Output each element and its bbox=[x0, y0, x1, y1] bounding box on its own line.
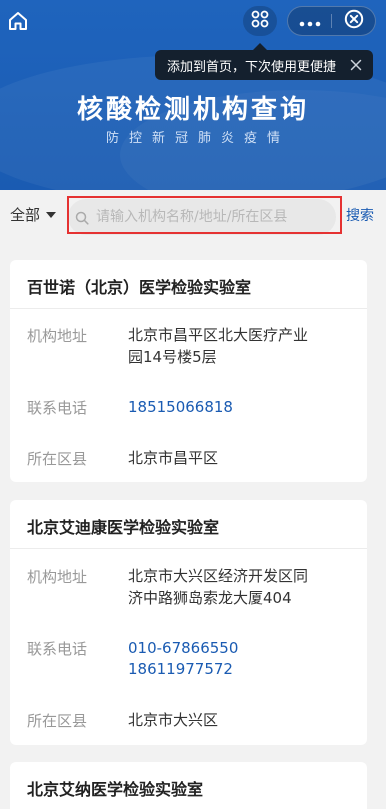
address-line: 济中路狮岛索龙大厦404 bbox=[128, 589, 292, 607]
close-icon[interactable] bbox=[348, 57, 364, 73]
result-card[interactable]: 百世诺（北京）医学检验实验室 机构地址 北京市昌平区北大医疗产业 园14号楼5层… bbox=[10, 260, 367, 482]
address-line: 北京市昌平区北大医疗产业 bbox=[128, 326, 309, 344]
address-line: 园14号楼5层 bbox=[128, 348, 217, 366]
page-subtitle: 防控新冠肺炎疫情 bbox=[105, 131, 290, 146]
address-line: 北京市大兴区经济开发区同 bbox=[128, 567, 309, 585]
caret-down-icon bbox=[46, 211, 57, 218]
search-icon bbox=[75, 210, 89, 225]
close-button[interactable] bbox=[332, 7, 375, 35]
phone-link[interactable]: 18611977572 bbox=[128, 658, 353, 680]
district-label: 所在区县 bbox=[27, 450, 88, 468]
close-circle-icon bbox=[344, 9, 364, 33]
address-label: 机构地址 bbox=[27, 568, 88, 586]
more-icon bbox=[299, 12, 321, 31]
result-card[interactable]: 北京艾迪康医学检验实验室 机构地址 北京市大兴区经济开发区同 济中路狮岛索龙大厦… bbox=[10, 500, 367, 745]
search-button[interactable]: 搜索 bbox=[346, 205, 374, 225]
district-filter-dropdown[interactable]: 全部 bbox=[10, 204, 57, 225]
institution-name: 北京艾迪康医学检验实验室 bbox=[27, 518, 220, 537]
tooltip-text: 添加到首页，下次使用更便捷 bbox=[167, 59, 337, 75]
address-value: 北京市昌平区北大医疗产业 园14号楼5层 bbox=[128, 324, 353, 368]
search-input[interactable] bbox=[68, 199, 336, 235]
phone-link[interactable]: 18515066818 bbox=[128, 396, 353, 418]
page-title: 核酸检测机构查询 bbox=[76, 95, 309, 125]
phone-link[interactable]: 010-67866550 bbox=[128, 637, 353, 659]
mini-program-capsule bbox=[287, 6, 376, 36]
district-label: 所在区县 bbox=[27, 712, 88, 730]
institution-name: 百世诺（北京）医学检验实验室 bbox=[27, 278, 252, 297]
filter-label: 全部 bbox=[10, 206, 41, 224]
result-card[interactable]: 北京艾纳医学检验实验室 bbox=[10, 762, 367, 809]
address-label: 机构地址 bbox=[27, 327, 88, 345]
more-button[interactable] bbox=[288, 7, 331, 35]
header-banner: 添加到首页，下次使用更便捷 核酸检测机构查询 防控新冠肺炎疫情 bbox=[0, 0, 386, 190]
search-bar: 全部 搜索 bbox=[0, 190, 386, 240]
card-divider bbox=[10, 308, 367, 309]
address-value: 北京市大兴区经济开发区同 济中路狮岛索龙大厦404 bbox=[128, 565, 353, 609]
phone-label: 联系电话 bbox=[27, 640, 88, 658]
card-divider bbox=[10, 548, 367, 549]
district-value: 北京市大兴区 bbox=[128, 711, 219, 729]
scan-icon bbox=[250, 9, 270, 33]
phone-label: 联系电话 bbox=[27, 399, 88, 417]
scan-button[interactable] bbox=[243, 6, 277, 36]
institution-name: 北京艾纳医学检验实验室 bbox=[27, 780, 204, 799]
add-to-home-tooltip: 添加到首页，下次使用更便捷 bbox=[155, 43, 373, 80]
home-icon[interactable] bbox=[6, 9, 30, 33]
district-value: 北京市昌平区 bbox=[128, 449, 219, 467]
